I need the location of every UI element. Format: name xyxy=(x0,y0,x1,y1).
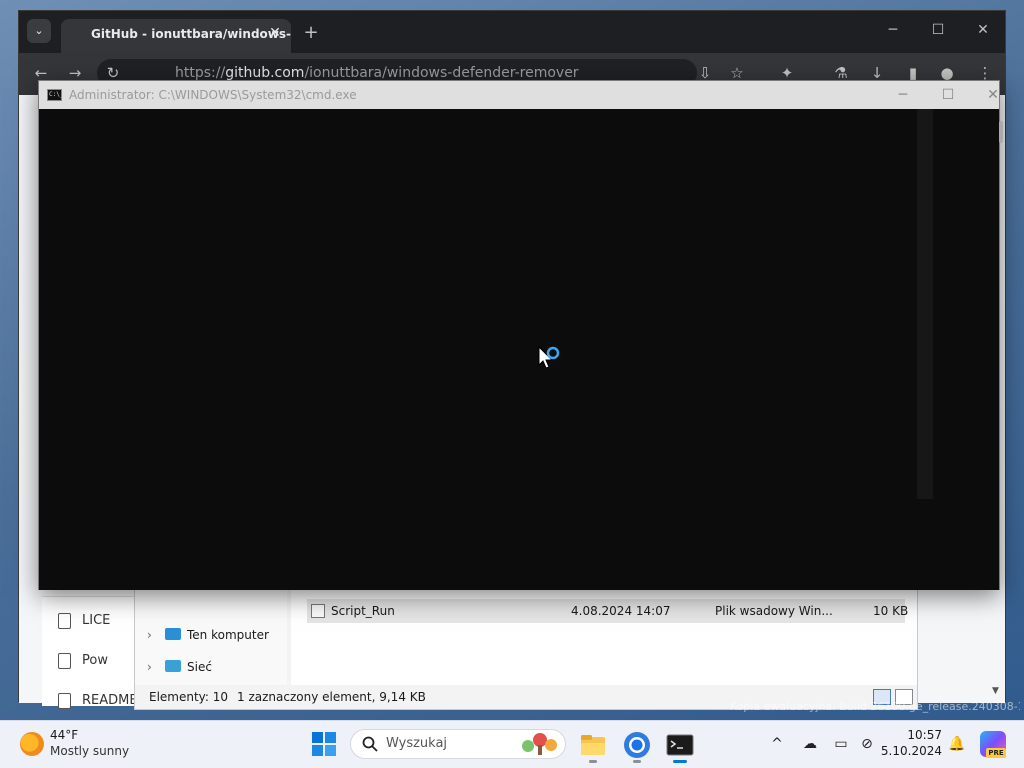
search-icon xyxy=(362,736,378,752)
computer-icon xyxy=(165,628,181,640)
onedrive-offline-icon[interactable]: ☁ xyxy=(800,734,820,754)
evaluation-watermark: Kopia ewaluacyjna. Build 26100.ge_releas… xyxy=(730,700,1020,713)
display-icon[interactable]: ▭ xyxy=(831,734,851,754)
chrome-taskbar-icon[interactable] xyxy=(621,729,653,761)
clock-date[interactable]: 5.10.2024 xyxy=(880,744,942,758)
file-size: 10 KB xyxy=(873,604,909,618)
browser-tab-github[interactable]: GitHub - ionuttbara/windows- xyxy=(61,19,291,53)
network-disconnected-icon[interactable]: ⊘ xyxy=(857,734,877,754)
cmd-maximize-button[interactable]: ☐ xyxy=(934,84,962,106)
cmd-title-bar[interactable]: C:\_ Administrator: C:\WINDOWS\System32\… xyxy=(39,81,999,109)
list-item[interactable]: README xyxy=(42,683,134,719)
browser-tab-title: GitHub - ionuttbara/windows- xyxy=(91,27,291,41)
network-icon xyxy=(165,660,181,672)
repo-file-list: LICE Pow README xyxy=(42,596,134,709)
cmd-minimize-button[interactable]: ─ xyxy=(889,84,917,106)
file-explorer-running-indicator xyxy=(589,760,597,763)
weather-sun-icon[interactable] xyxy=(20,732,44,756)
cmd-active-indicator xyxy=(673,760,687,763)
status-selection: 1 zaznaczony element, 9,14 KB xyxy=(237,690,426,704)
cmd-icon: C:\_ xyxy=(47,89,63,101)
new-tab-button[interactable]: + xyxy=(301,23,321,43)
file-type: Plik wsadowy Win... xyxy=(715,604,833,618)
list-item[interactable]: Pow xyxy=(42,643,134,679)
cmd-close-button[interactable]: ✕ xyxy=(979,84,1007,106)
tab-search-button[interactable]: ⌄ xyxy=(27,19,51,43)
cmd-window: C:\_ Administrator: C:\WINDOWS\System32\… xyxy=(38,80,1003,590)
browser-minimize-button[interactable]: ─ xyxy=(879,19,907,41)
chevron-right-icon[interactable]: › xyxy=(147,624,161,646)
file-name: Script_Run xyxy=(331,604,395,618)
cmd-taskbar-icon[interactable] xyxy=(664,729,696,761)
cmd-title: Administrator: C:\WINDOWS\System32\cmd.e… xyxy=(69,88,357,102)
copilot-pre-badge: PRE xyxy=(986,748,1006,758)
notification-bell-icon[interactable]: 🔔 xyxy=(947,734,967,754)
search-highlight-icon xyxy=(522,733,557,755)
file-date: 4.08.2024 14:07 xyxy=(571,604,671,618)
url-domain: github.com xyxy=(225,65,305,81)
batch-file-icon xyxy=(311,604,325,618)
file-explorer-window: › Ten komputer › Sieć Script_Run 4.08.2024… xyxy=(134,588,918,710)
weather-description[interactable]: Mostly sunny xyxy=(50,744,129,758)
file-icon xyxy=(58,693,71,709)
busy-cursor-icon xyxy=(538,345,560,369)
table-row[interactable]: Script_Run 4.08.2024 14:07 Plik wsadowy … xyxy=(307,599,909,623)
cmd-scrollbar-thumb[interactable] xyxy=(999,121,1003,143)
file-icon xyxy=(58,653,71,669)
status-item-count: Elementy: 10 xyxy=(149,690,229,704)
url-prefix: https:// xyxy=(175,65,226,81)
clock-time[interactable]: 10:57 xyxy=(890,728,942,742)
windows-start-icon[interactable] xyxy=(311,731,337,757)
browser-maximize-button[interactable]: ☐ xyxy=(924,19,952,41)
list-item[interactable]: LICE xyxy=(42,603,134,639)
chrome-running-indicator xyxy=(633,760,641,763)
tab-close-icon[interactable]: ✕ xyxy=(267,25,283,41)
scroll-down-arrow-icon[interactable]: ▼ xyxy=(992,686,1004,698)
nav-item-this-pc[interactable]: › Ten komputer xyxy=(147,624,269,646)
cmd-console-output[interactable] xyxy=(39,109,999,590)
file-icon xyxy=(58,613,71,629)
browser-close-button[interactable]: ✕ xyxy=(969,19,997,41)
show-hidden-icons-chevron-up-icon[interactable]: ^ xyxy=(767,734,787,754)
url-path: /ionuttbara/windows-defender-remover xyxy=(304,65,579,81)
file-explorer-taskbar-icon[interactable] xyxy=(577,729,609,761)
explorer-navigation-pane: › Ten komputer › Sieć xyxy=(135,589,287,685)
search-placeholder: Wyszukaj xyxy=(386,736,448,751)
chevron-right-icon[interactable]: › xyxy=(147,656,161,678)
cmd-scrollbar-track[interactable] xyxy=(917,109,933,499)
nav-item-network[interactable]: › Sieć xyxy=(147,656,212,678)
weather-temperature[interactable]: 44°F xyxy=(50,728,78,742)
